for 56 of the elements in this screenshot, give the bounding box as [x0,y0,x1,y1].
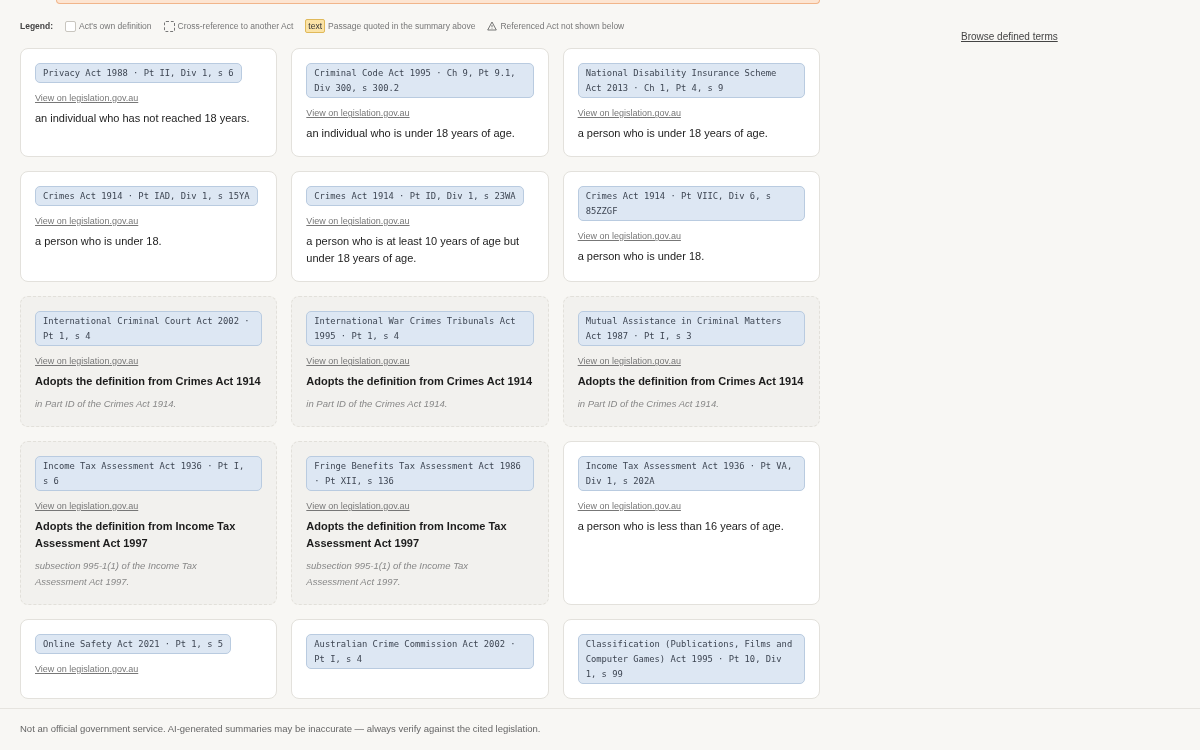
definition-text: Adopts the definition from Crimes Act 1914 [35,374,262,389]
definition-text: an individual who is under 18 years of age. [306,126,516,141]
legislation-link[interactable]: View on legislation.gov.au [306,356,410,366]
citation-tag: Classification (Publications, Films and Computer Games) Act 1995 · Pt 10, Div 1, s 99 [577,634,805,684]
legislation-link[interactable]: View on legislation.gov.au [577,108,681,118]
legend-text: Referenced Act not shown below [500,19,625,33]
source-note: in Part ID of the Crimes Act 1914. [35,397,178,411]
definition-text: Adopts the definition from Income Tax Assessment Act 1997 [306,519,508,551]
legislation-link[interactable]: View on legislation.gov.au [577,501,681,511]
legislation-link[interactable]: View on legislation.gov.au [35,356,139,366]
dashed-square-icon [163,20,175,32]
citation-tag: Income Tax Assessment Act 1936 · Pt VA, Div 1, s 202A [577,456,805,491]
citation-tag: Privacy Act 1988 · Pt II, Div 1, s 6 [35,63,242,83]
citation-tag: International Criminal Court Act 2002 · Pt 1, s 4 [35,311,263,346]
citation-tag: National Disability Insurance Scheme Act 2013 · Ch 1, Pt 4, s 9 [577,63,805,98]
legend-text: Act's own definition [79,19,152,33]
citation-tag: Criminal Code Act 1995 · Ch 9, Pt 9.1, Div 300, s 300.2 [306,63,534,98]
legislation-link[interactable]: View on legislation.gov.au [306,216,410,226]
definition-text: a person who is under 18 years of age. [577,126,769,141]
legislation-link[interactable]: View on legislation.gov.au [577,231,681,241]
citation-tag: Australian Crime Commission Act 2002 · Pt I, s 4 [306,634,534,669]
citation-tag: Fringe Benefits Tax Assessment Act 1986 · Pt XII, s 136 [306,456,534,491]
definition-text: Adopts the definition from Income Tax Assessment Act 1997 [35,519,237,551]
citation-tag: Crimes Act 1914 · Pt IAD, Div 1, s 15YA [35,186,258,206]
browse-terms-link[interactable]: Browse defined terms [961,31,1058,42]
legislation-link[interactable]: View on legislation.gov.au [306,108,410,118]
citation-tag: Mutual Assistance in Criminal Matters Act 1987 · Pt I, s 3 [577,311,805,346]
legislation-link[interactable]: View on legislation.gov.au [35,501,139,511]
source-note: subsection 995-1(1) of the Income Tax Assessment Act 1997. [306,559,470,589]
definition-text: a person who is less than 16 years of age. [577,519,785,534]
legislation-link[interactable]: View on legislation.gov.au [35,216,139,226]
square-icon [65,20,77,32]
source-note: in Part ID of the Crimes Act 1914. [577,397,720,411]
definition-text: a person who is at least 10 years of age but under 18 years of age. [306,234,521,266]
warning-icon [487,21,498,31]
citation-tag: Crimes Act 1914 · Pt VIIC, Div 6, s 85ZZGF [577,186,805,221]
legislation-link[interactable]: View on legislation.gov.au [306,501,410,511]
citation-tag: Crimes Act 1914 · Pt ID, Div 1, s 23WA [306,186,524,206]
citation-tag: Online Safety Act 2021 · Pt 1, s 5 [35,634,232,654]
legislation-link[interactable]: View on legislation.gov.au [35,93,139,103]
legend-text: Passage quoted in the summary above [328,19,476,33]
legislation-link[interactable]: View on legislation.gov.au [577,356,681,366]
definition-text: a person who is under 18. [35,234,163,249]
legislation-link[interactable]: View on legislation.gov.au [35,664,139,674]
highlight-sample: text [305,18,326,34]
legend-label: Legend: [20,19,54,33]
source-note: subsection 995-1(1) of the Income Tax Assessment Act 1997. [35,559,198,589]
source-note: in Part ID of the Crimes Act 1914. [306,397,449,411]
definition-text: Adopts the definition from Crimes Act 1914 [306,374,534,389]
disclaimer-text: Not an official government service. AI-generated summaries may be inaccurate — always verify against the cited legislation. [20,722,541,737]
definition-text: an individual who has not reached 18 years. [35,111,251,126]
citation-tag: International War Crimes Tribunals Act 1995 · Pt 1, s 4 [306,311,534,346]
legend-text: Cross-reference to another Act [177,19,294,33]
citation-tag: Income Tax Assessment Act 1936 · Pt I, s 6 [35,456,263,491]
definition-text: a person who is under 18. [577,249,706,264]
definition-text: Adopts the definition from Crimes Act 1914 [577,374,805,389]
